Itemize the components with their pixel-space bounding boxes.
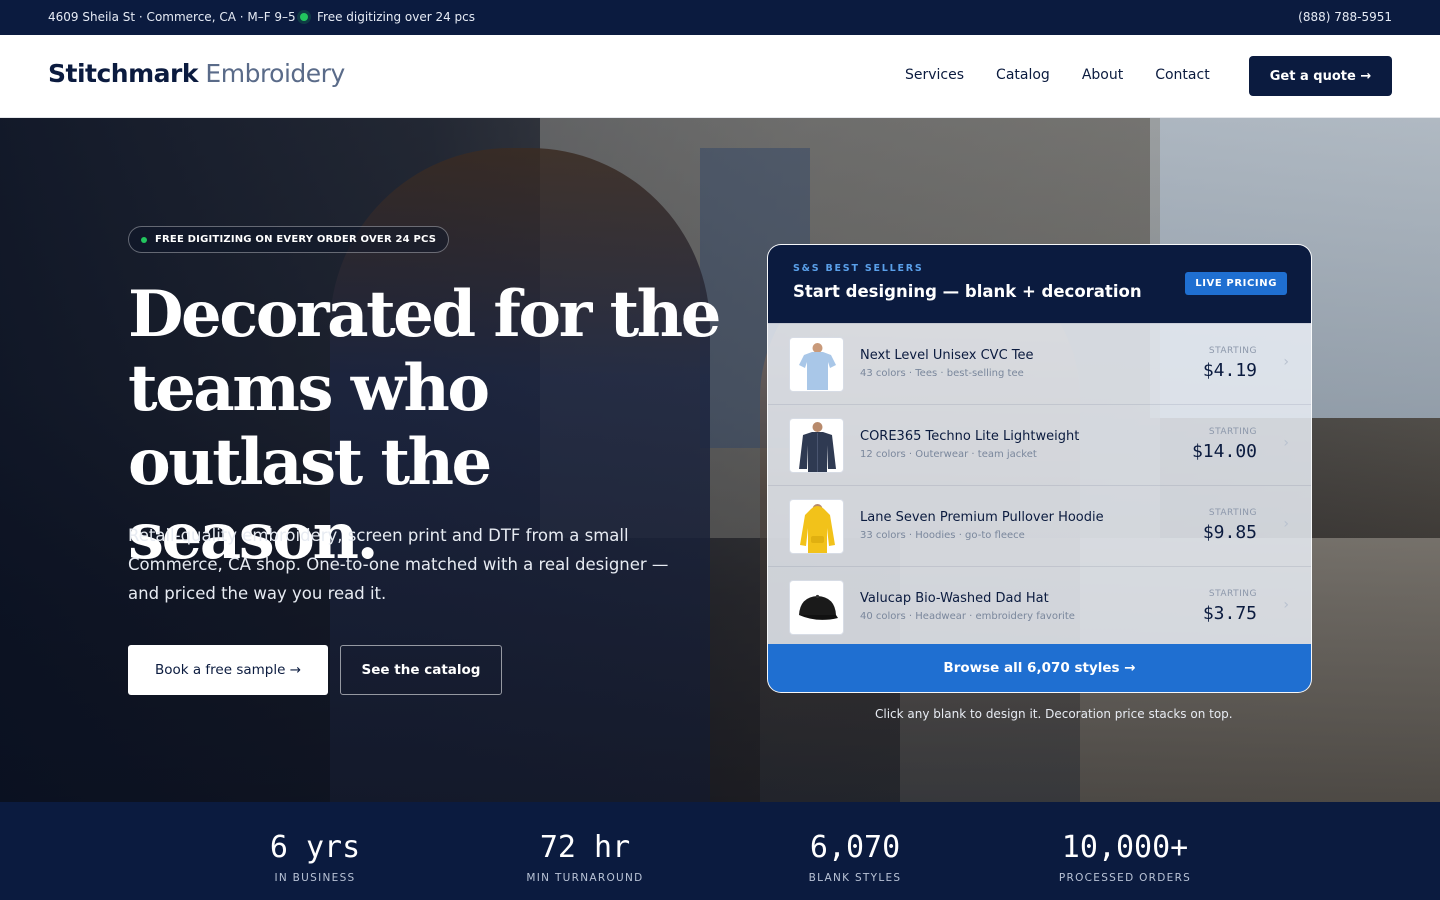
- product-meta: 40 colors · Headwear · embroidery favori…: [860, 611, 1075, 622]
- product-name: Next Level Unisex CVC Tee: [860, 348, 1034, 363]
- stat-value: 6 yrs: [269, 830, 361, 865]
- hero-section: FREE DIGITIZING ON EVERY ORDER OVER 24 P…: [0, 118, 1440, 802]
- price-label: STARTING: [1208, 589, 1257, 599]
- product-name: Valucap Bio-Washed Dad Hat: [860, 591, 1049, 606]
- stat-label: BLANK STYLES: [808, 872, 902, 884]
- promo-note: Free digitizing over 24 pcs: [300, 10, 475, 24]
- product-price: $14.00: [1191, 441, 1257, 462]
- browse-all-styles-button[interactable]: Browse all 6,070 styles →: [768, 644, 1311, 692]
- site-header: Stitchmark Embroidery Services Catalog A…: [0, 35, 1440, 118]
- badge-text: FREE DIGITIZING ON EVERY ORDER OVER 24 P…: [155, 234, 437, 245]
- card-footnote: Click any blank to design it. Decoration…: [875, 707, 1233, 721]
- price-label: STARTING: [1208, 427, 1257, 437]
- product-meta: 12 colors · Outerwear · team jacket: [860, 449, 1037, 460]
- stat-value: 72 hr: [539, 830, 631, 865]
- status-dot-icon: [300, 13, 308, 21]
- product-row[interactable]: Valucap Bio-Washed Dad Hat 40 colors · H…: [768, 566, 1311, 647]
- get-quote-button[interactable]: Get a quote →: [1249, 56, 1392, 96]
- product-thumbnail: [789, 418, 844, 473]
- card-title: Start designing — blank + decoration: [793, 282, 1142, 301]
- stat-label: PROCESSED ORDERS: [1058, 872, 1192, 884]
- cap-icon: [799, 594, 838, 620]
- chevron-right-icon: ›: [1283, 516, 1289, 532]
- site-logo[interactable]: Stitchmark Embroidery: [48, 59, 345, 88]
- book-sample-button[interactable]: Book a free sample →: [128, 645, 328, 695]
- logo-primary: Stitchmark: [48, 59, 198, 88]
- badge-dot-icon: [141, 236, 147, 243]
- product-thumbnail: [789, 499, 844, 554]
- product-price: $3.75: [1202, 603, 1257, 624]
- stat-value: 10,000+: [1061, 830, 1189, 865]
- see-catalog-button[interactable]: See the catalog: [340, 645, 502, 695]
- card-kicker: S&S BEST SELLERS: [793, 263, 924, 274]
- best-sellers-card: S&S BEST SELLERS Start designing — blank…: [767, 244, 1312, 693]
- stat-label: MIN TURNAROUND: [526, 872, 644, 884]
- tshirt-icon: [799, 343, 836, 390]
- stat-label: IN BUSINESS: [274, 872, 356, 884]
- top-info-bar: 4609 Sheila St · Commerce, CA · M–F 9–5 …: [0, 0, 1440, 35]
- nav-contact[interactable]: Contact: [1155, 67, 1209, 83]
- product-thumbnail: [789, 580, 844, 635]
- stat-styles: 6,070 BLANK STYLES: [720, 802, 990, 884]
- product-name: Lane Seven Premium Pullover Hoodie: [860, 510, 1104, 525]
- free-digitizing-badge: FREE DIGITIZING ON EVERY ORDER OVER 24 P…: [128, 226, 450, 253]
- price-label: STARTING: [1208, 508, 1257, 518]
- promo-text: Free digitizing over 24 pcs: [317, 10, 476, 24]
- phone-link[interactable]: (888) 788-5951: [1298, 10, 1392, 24]
- stat-value: 6,070: [809, 830, 901, 865]
- price-label: STARTING: [1208, 346, 1257, 356]
- product-row[interactable]: Lane Seven Premium Pullover Hoodie 33 co…: [768, 485, 1311, 566]
- stats-bar: 6 yrs IN BUSINESS 72 hr MIN TURNAROUND 6…: [0, 802, 1440, 900]
- logo-secondary: Embroidery: [205, 59, 345, 88]
- product-row[interactable]: Next Level Unisex CVC Tee 43 colors · Te…: [768, 323, 1311, 404]
- live-pricing-badge: LIVE PRICING: [1185, 272, 1287, 295]
- stat-turnaround: 72 hr MIN TURNAROUND: [450, 802, 720, 884]
- chevron-right-icon: ›: [1283, 597, 1289, 613]
- nav-about[interactable]: About: [1082, 67, 1123, 83]
- stat-years: 6 yrs IN BUSINESS: [180, 802, 450, 884]
- jacket-icon: [799, 422, 836, 472]
- card-header: S&S BEST SELLERS Start designing — blank…: [768, 245, 1311, 323]
- product-meta: 43 colors · Tees · best-selling tee: [860, 368, 1024, 379]
- product-row[interactable]: CORE365 Techno Lite Lightweight 12 color…: [768, 404, 1311, 485]
- product-price: $4.19: [1202, 360, 1257, 381]
- product-thumbnail: [789, 337, 844, 392]
- nav-catalog[interactable]: Catalog: [996, 67, 1050, 83]
- shop-address: 4609 Sheila St · Commerce, CA · M–F 9–5: [48, 10, 296, 24]
- stat-orders: 10,000+ PROCESSED ORDERS: [990, 802, 1260, 884]
- product-price: $9.85: [1202, 522, 1257, 543]
- chevron-right-icon: ›: [1283, 435, 1289, 451]
- main-nav: Services Catalog About Contact: [905, 67, 1242, 83]
- chevron-right-icon: ›: [1283, 354, 1289, 370]
- hoodie-icon: [800, 504, 835, 553]
- product-meta: 33 colors · Hoodies · go-to fleece: [860, 530, 1025, 541]
- hero-subtext: Retail-quality embroidery, screen print …: [128, 526, 669, 603]
- product-name: CORE365 Techno Lite Lightweight: [860, 429, 1080, 444]
- nav-services[interactable]: Services: [905, 67, 964, 83]
